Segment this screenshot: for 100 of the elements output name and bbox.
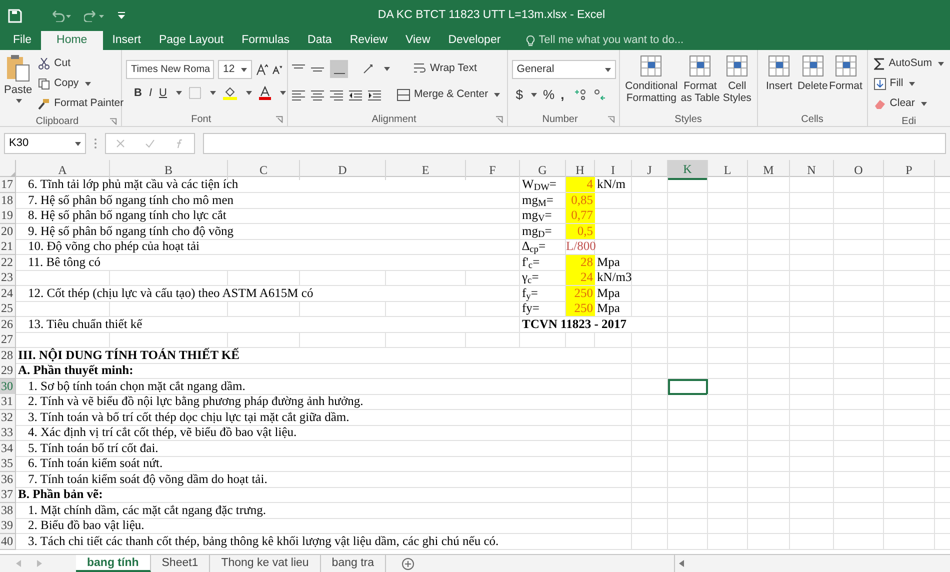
conditional-formatting-button[interactable]: Conditional Formatting <box>624 54 680 112</box>
font-color-icon[interactable] <box>258 86 271 100</box>
row-header[interactable]: 34 <box>0 440 16 456</box>
sheet-tab[interactable]: bang tra <box>320 555 386 572</box>
empty-cell <box>632 254 668 270</box>
scroll-left-icon[interactable] <box>679 560 684 567</box>
row-header[interactable]: 24 <box>0 286 16 302</box>
formula-input[interactable] <box>203 133 946 154</box>
row-header[interactable]: 19 <box>0 208 16 224</box>
increase-indent-icon[interactable] <box>368 90 381 100</box>
tell-me-field[interactable]: Tell me what you want to do... <box>538 32 739 49</box>
dialog-launcher-icon[interactable] <box>110 118 117 124</box>
autosum-button[interactable]: AutoSum <box>872 54 946 74</box>
shrink-font-icon[interactable] <box>272 65 282 74</box>
insert-button[interactable]: Insert <box>762 54 796 112</box>
ribbon-tab[interactable]: Developer <box>439 31 510 50</box>
sheet-tab[interactable]: Sheet1 <box>150 555 210 572</box>
underline-button[interactable]: U <box>159 85 167 102</box>
number-format-dropdown[interactable]: General <box>512 60 616 79</box>
selected-cell[interactable] <box>668 378 708 394</box>
ribbon-tab[interactable]: Data <box>298 31 341 50</box>
redo-icon[interactable] <box>84 10 106 22</box>
column-header[interactable]: E <box>386 160 466 180</box>
column-header[interactable]: O <box>834 160 884 180</box>
comma-button[interactable]: , <box>560 85 564 104</box>
row-header[interactable]: 31 <box>0 394 16 410</box>
wrap-text-button[interactable]: Wrap Text <box>412 59 479 79</box>
row-header[interactable]: 37 <box>0 487 16 503</box>
cut-button[interactable]: Cut <box>36 54 126 74</box>
row-header[interactable]: 22 <box>0 254 16 270</box>
decrease-indent-icon[interactable] <box>349 90 362 100</box>
row-header[interactable]: 38 <box>0 502 16 518</box>
column-header[interactable]: M <box>748 160 790 180</box>
increase-decimal-icon[interactable] <box>574 89 588 100</box>
ribbon-tab[interactable]: Page Layout <box>150 31 233 50</box>
row-header[interactable]: 21 <box>0 239 16 255</box>
dialog-launcher-icon[interactable] <box>608 116 615 122</box>
customize-icon[interactable] <box>118 12 125 19</box>
bold-button[interactable]: B <box>134 85 142 102</box>
row-header[interactable]: 23 <box>0 270 16 286</box>
ribbon-tab[interactable]: Home <box>40 31 104 50</box>
paste-button[interactable]: Paste <box>4 54 32 114</box>
row-header[interactable]: 33 <box>0 425 16 441</box>
borders-icon[interactable] <box>188 87 201 100</box>
row-header[interactable]: 32 <box>0 410 16 426</box>
row-header[interactable]: 17 <box>0 177 16 193</box>
grow-font-icon[interactable] <box>256 64 268 75</box>
sheet-tab[interactable]: Thong ke vat lieu <box>210 555 321 572</box>
undo-icon[interactable] <box>50 10 72 22</box>
font-name-dropdown[interactable]: Times New Roma <box>126 60 214 79</box>
row-header[interactable]: 28 <box>0 348 16 364</box>
merge-center-button[interactable]: Merge & Center <box>395 85 502 105</box>
column-header[interactable]: N <box>790 160 834 180</box>
row-header[interactable]: 25 <box>0 301 16 317</box>
format-button[interactable]: Format <box>828 54 863 112</box>
copy-button[interactable]: Copy <box>36 74 126 94</box>
align-center-icon[interactable] <box>311 90 324 100</box>
row-header[interactable]: 30 <box>0 378 16 394</box>
align-left-icon[interactable] <box>292 90 305 100</box>
cell-styles-button[interactable]: Cell Styles <box>721 54 753 112</box>
row-header[interactable]: 27 <box>0 332 16 348</box>
ribbon-tab[interactable]: File <box>4 31 41 50</box>
dialog-launcher-icon[interactable] <box>276 116 283 122</box>
percent-button[interactable]: % <box>543 85 555 104</box>
row-header[interactable]: 26 <box>0 316 16 332</box>
ribbon-tab[interactable]: Insert <box>103 31 150 50</box>
sheet-tab[interactable]: bang tính <box>76 555 151 572</box>
column-header[interactable]: L <box>708 160 748 180</box>
row-header[interactable]: 35 <box>0 456 16 472</box>
add-sheet-icon[interactable] <box>402 558 414 570</box>
ribbon-tab[interactable]: View <box>396 31 440 50</box>
ribbon-tab[interactable]: Formulas <box>232 31 299 50</box>
fill-button[interactable]: Fill <box>872 74 946 94</box>
save-icon[interactable] <box>8 8 22 22</box>
column-header[interactable]: C <box>228 160 300 180</box>
column-header[interactable]: D <box>300 160 386 180</box>
font-size-dropdown[interactable]: 12 <box>218 60 252 79</box>
dialog-launcher-icon[interactable] <box>496 116 503 122</box>
row-header[interactable]: 40 <box>0 534 16 550</box>
row-header[interactable]: 36 <box>0 472 16 488</box>
format-as-table-button[interactable]: Format as Table <box>679 54 722 112</box>
column-header[interactable]: B <box>110 160 228 180</box>
fill-color-icon[interactable] <box>222 86 237 100</box>
delete-button[interactable]: Delete <box>796 54 829 112</box>
column-header[interactable]: K <box>668 160 708 180</box>
name-box[interactable]: K30 <box>4 133 86 154</box>
row-header[interactable]: 39 <box>0 518 16 534</box>
clear-button[interactable]: Clear <box>872 94 946 114</box>
ribbon-tab[interactable]: Review <box>340 31 397 50</box>
row-header[interactable]: 20 <box>0 224 16 240</box>
align-right-icon[interactable] <box>330 90 343 100</box>
row-header[interactable]: 29 <box>0 363 16 379</box>
format-painter-button[interactable]: Format Painter <box>36 94 126 114</box>
currency-button[interactable]: $ <box>516 85 524 104</box>
decrease-decimal-icon[interactable] <box>593 89 606 100</box>
column-header[interactable]: F <box>466 160 520 180</box>
column-header[interactable]: P <box>884 160 935 180</box>
align-bottom-button[interactable] <box>330 60 348 78</box>
row-header[interactable]: 18 <box>0 192 16 208</box>
italic-button[interactable]: I <box>148 85 152 102</box>
